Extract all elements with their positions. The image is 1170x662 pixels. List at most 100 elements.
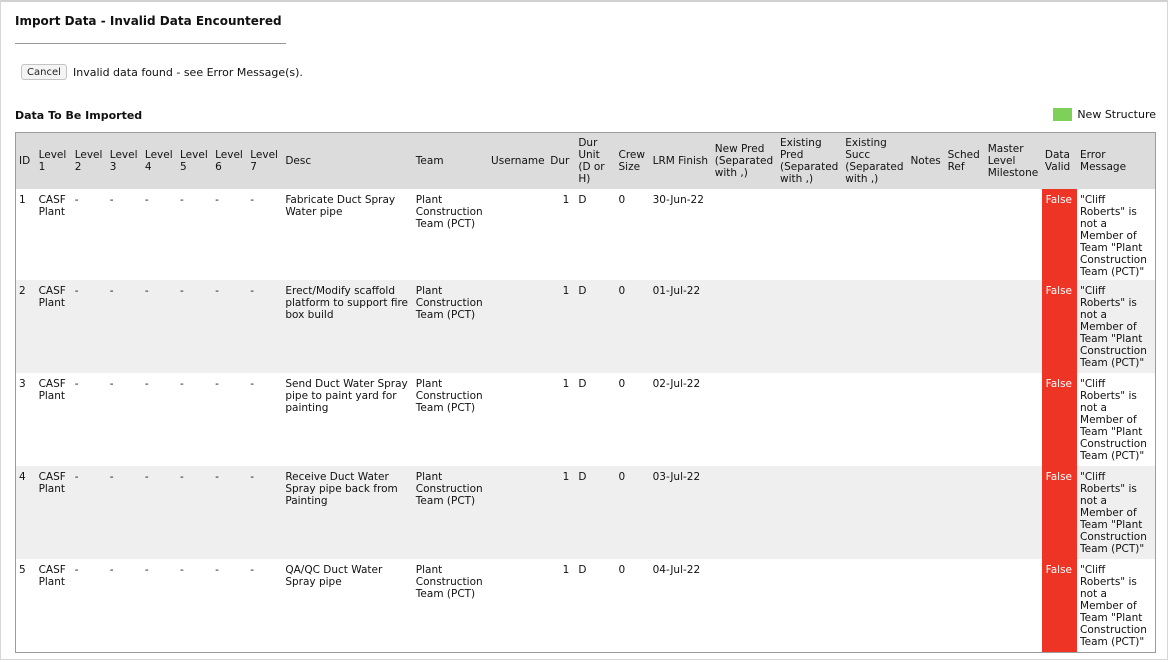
header-lrm-finish: LRM Finish bbox=[649, 132, 712, 189]
section-title: Data To Be Imported bbox=[15, 109, 143, 122]
cell-data-valid: False bbox=[1041, 373, 1078, 466]
cell-dur-unit: D bbox=[578, 378, 587, 390]
legend: New Structure bbox=[1053, 108, 1156, 121]
cell-level6: - bbox=[215, 378, 219, 390]
header-data-valid: Data Valid bbox=[1041, 132, 1078, 189]
cell-level6: - bbox=[215, 194, 219, 206]
cell-level3: - bbox=[109, 194, 114, 206]
header-new-pred: New Pred (Separated with ,) bbox=[711, 132, 778, 189]
header-desc: Desc bbox=[282, 132, 413, 189]
cell-master-level-milestone bbox=[984, 466, 1042, 559]
cell-level7: - bbox=[250, 378, 255, 390]
header-level7: Level 7 bbox=[247, 132, 283, 189]
status-message: Invalid data found - see Error Message(s… bbox=[73, 66, 303, 79]
cell-existing-pred bbox=[777, 559, 842, 653]
legend-label: New Structure bbox=[1077, 108, 1156, 121]
table-row: 5 CASF Plant - - - - - - QA/QC Duct Wate… bbox=[16, 559, 1156, 653]
cell-dur-unit: D bbox=[578, 194, 587, 206]
cell-data-valid: False bbox=[1041, 466, 1078, 559]
cell-lrm-finish: 04-Jul-22 bbox=[652, 564, 701, 576]
cell-id: 2 bbox=[15, 280, 36, 373]
cell-level1: CASF Plant bbox=[35, 280, 72, 373]
cell-existing-pred bbox=[777, 189, 842, 280]
cell-dur: 1 bbox=[562, 564, 570, 576]
cell-username bbox=[488, 373, 547, 466]
cell-level4: - bbox=[141, 280, 178, 373]
header-dur-unit: Dur Unit (D or H) bbox=[575, 132, 616, 189]
cell-level4: - bbox=[141, 466, 178, 559]
cell-level5: - bbox=[177, 466, 213, 559]
cell-data-valid: False bbox=[1041, 280, 1078, 373]
header-level6: Level 6 bbox=[212, 132, 248, 189]
cell-existing-succ bbox=[842, 373, 907, 466]
cell-new-pred bbox=[712, 189, 777, 280]
cell-crew-size: 0 bbox=[618, 564, 626, 576]
cell-error-message: "Cliff Roberts" is not a Member of Team … bbox=[1077, 280, 1156, 373]
header-username: Username bbox=[488, 132, 548, 189]
table-header-row: ID Level 1 Level 2 Level 3 Level 4 Level… bbox=[15, 132, 1156, 189]
header-id: ID bbox=[15, 132, 36, 189]
cell-desc: QA/QC Duct Water Spray pipe bbox=[285, 564, 383, 588]
cell-level1: CASF Plant bbox=[35, 466, 72, 559]
cell-level1: CASF Plant bbox=[38, 564, 66, 588]
cell-new-pred bbox=[711, 466, 778, 559]
cell-dur-unit: D bbox=[578, 564, 587, 576]
cell-level5: - bbox=[180, 378, 184, 390]
cell-new-pred bbox=[712, 373, 777, 466]
header-level3: Level 3 bbox=[106, 132, 142, 189]
cell-username bbox=[488, 559, 547, 653]
cell-level2: - bbox=[74, 378, 79, 390]
cell-id: 5 bbox=[19, 564, 26, 576]
cell-existing-pred bbox=[777, 280, 843, 373]
cell-level1: CASF Plant bbox=[38, 194, 66, 218]
cell-error-message: "Cliff Roberts" is not a Member of Team … bbox=[1080, 194, 1147, 278]
header-team: Team bbox=[412, 132, 489, 189]
cell-master-level-milestone bbox=[985, 189, 1042, 280]
cell-level4: - bbox=[144, 564, 149, 576]
cell-notes bbox=[907, 189, 944, 280]
cell-notes bbox=[907, 559, 944, 653]
cell-level7: - bbox=[247, 466, 283, 559]
cell-notes bbox=[907, 373, 944, 466]
cell-level2: - bbox=[74, 564, 79, 576]
cancel-button[interactable]: Cancel bbox=[21, 64, 67, 80]
cell-level4: - bbox=[144, 194, 149, 206]
cell-level4: - bbox=[144, 378, 149, 390]
cell-level7: - bbox=[247, 280, 283, 373]
cell-sched-ref bbox=[944, 280, 985, 373]
cell-existing-pred bbox=[777, 466, 843, 559]
table-row: 1 CASF Plant - - - - - - Fabricate Duct … bbox=[16, 189, 1156, 280]
cell-level6: - bbox=[212, 280, 248, 373]
cell-desc: Erect/Modify scaffold platform to suppor… bbox=[282, 280, 413, 373]
cell-error-message: "Cliff Roberts" is not a Member of Team … bbox=[1080, 378, 1147, 462]
cell-existing-succ bbox=[842, 559, 907, 653]
cell-level2: - bbox=[74, 194, 79, 206]
cell-new-pred bbox=[711, 280, 778, 373]
cell-error-message: "Cliff Roberts" is not a Member of Team … bbox=[1077, 466, 1156, 559]
header-notes: Notes bbox=[907, 132, 945, 189]
header-level4: Level 4 bbox=[141, 132, 178, 189]
cell-crew-size: 0 bbox=[618, 194, 626, 206]
cell-master-level-milestone bbox=[985, 373, 1042, 466]
cell-existing-succ bbox=[842, 280, 908, 373]
cell-team: Plant Construction Team (PCT) bbox=[415, 564, 483, 600]
header-level2: Level 2 bbox=[71, 132, 107, 189]
cell-sched-ref bbox=[945, 559, 985, 653]
header-error-message: Error Message bbox=[1077, 132, 1156, 189]
dialog-title: Import Data - Invalid Data Encountered bbox=[15, 14, 282, 28]
cell-level3: - bbox=[106, 280, 142, 373]
cell-desc: Send Duct Water Spray pipe to paint yard… bbox=[285, 378, 408, 414]
title-divider bbox=[15, 43, 286, 44]
cell-error-message: "Cliff Roberts" is not a Member of Team … bbox=[1080, 564, 1147, 648]
cell-lrm-finish: 30-Jun-22 bbox=[652, 194, 704, 206]
cell-level1: CASF Plant bbox=[38, 378, 66, 402]
cell-level6: - bbox=[215, 564, 219, 576]
table-row: 4 CASF Plant - - - - - - Receive Duct Wa… bbox=[15, 466, 1156, 559]
cell-data-valid: False bbox=[1041, 559, 1078, 653]
cell-level5: - bbox=[180, 194, 184, 206]
cell-sched-ref bbox=[945, 373, 985, 466]
cell-crew-size: 0 bbox=[615, 280, 650, 373]
header-existing-succ: Existing Succ (Separated with ,) bbox=[842, 132, 908, 189]
table-row: 2 CASF Plant - - - - - - Erect/Modify sc… bbox=[15, 280, 1156, 373]
cell-id: 4 bbox=[15, 466, 36, 559]
